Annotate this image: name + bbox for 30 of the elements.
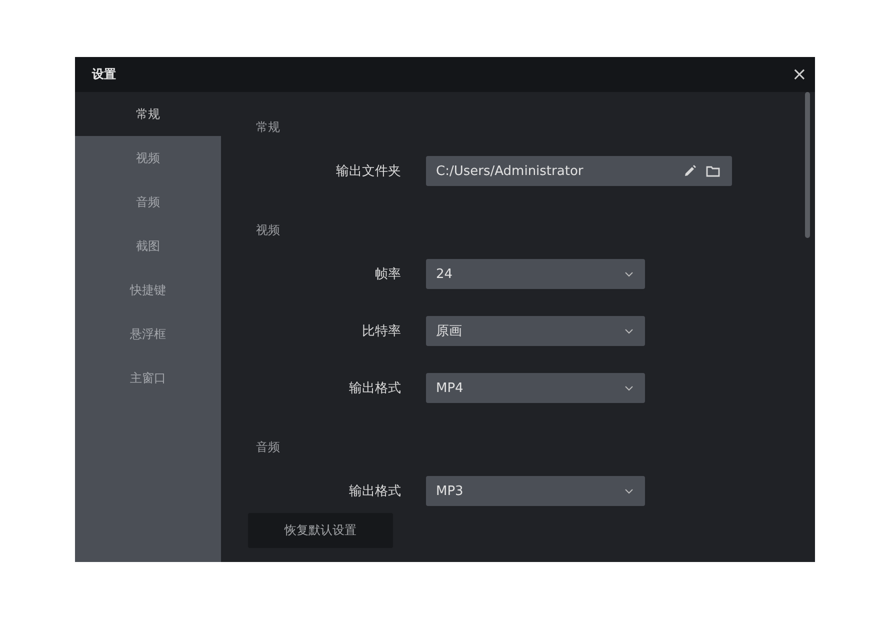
chevron-icon <box>625 488 633 494</box>
field-label: 帧率 <box>374 266 401 283</box>
chevron-icon <box>625 386 633 390</box>
pencil-icon[interactable] <box>684 165 696 177</box>
sidebar-item[interactable]: 视频 <box>75 136 221 180</box>
chevron-icon <box>625 328 633 334</box>
field-label: 输出文件夹 <box>335 163 401 180</box>
scrollbar-thumb[interactable] <box>805 92 810 238</box>
sidebar-item[interactable]: 快捷键 <box>75 268 221 312</box>
close-button[interactable]: × <box>792 66 807 84</box>
reset-defaults-button[interactable]: 恢复默认设置 <box>248 513 393 548</box>
section-heading: 常规 <box>256 118 280 136</box>
folder-field[interactable]: C:/Users/Administrator <box>426 156 732 186</box>
dropdown-field[interactable]: MP3 <box>426 476 645 506</box>
sidebar-item[interactable]: 音频 <box>75 180 221 224</box>
field-label: 输出格式 <box>348 380 401 397</box>
section-heading: 音频 <box>256 438 280 456</box>
sidebar-item[interactable]: 常规 <box>75 92 221 136</box>
sidebar-item[interactable]: 悬浮框 <box>75 312 221 356</box>
dropdown-field[interactable]: 原画 <box>426 316 645 346</box>
field-label: 输出格式 <box>348 483 401 500</box>
dropdown-field[interactable]: 24 <box>426 259 645 289</box>
dropdown-field[interactable]: MP4 <box>426 373 645 403</box>
chevron-icon <box>625 272 633 276</box>
sidebar-item[interactable]: 主窗口 <box>75 356 221 400</box>
sidebar-item[interactable]: 截图 <box>75 224 221 268</box>
field-label: 比特率 <box>361 323 401 340</box>
window-title: 设置 <box>92 66 116 83</box>
folder-icon[interactable] <box>706 166 720 176</box>
section-heading: 视频 <box>256 222 280 238</box>
